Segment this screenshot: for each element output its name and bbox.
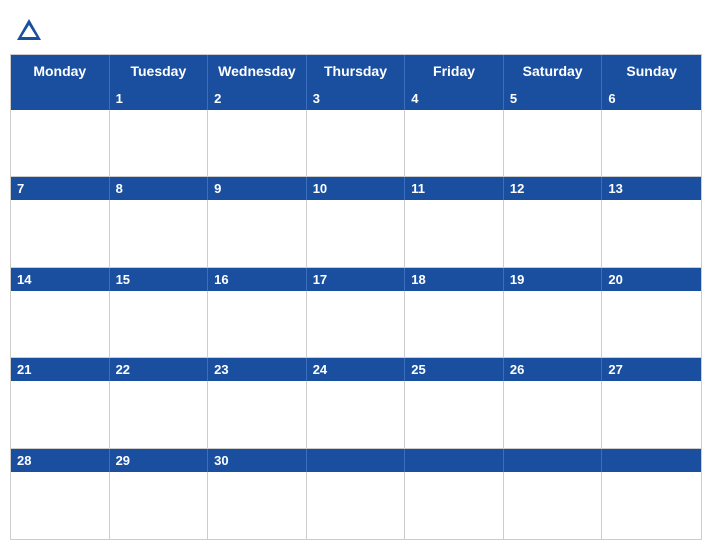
date-number-cell-3-1: 22 [110, 358, 209, 381]
content-cell-2-1 [110, 291, 209, 358]
content-cell-1-4 [405, 200, 504, 267]
date-number-cell-3-3: 24 [307, 358, 406, 381]
day-headers-row: MondayTuesdayWednesdayThursdayFridaySatu… [11, 55, 701, 87]
logo-icon [14, 16, 44, 46]
week-content-row-0 [11, 110, 701, 177]
date-number-cell-2-1: 15 [110, 268, 209, 291]
content-cell-0-3 [307, 110, 406, 177]
week-block-3: 21222324252627 [11, 358, 701, 448]
day-header-thursday: Thursday [307, 55, 406, 87]
content-cell-0-5 [504, 110, 603, 177]
content-cell-1-0 [11, 200, 110, 267]
calendar-header [10, 10, 702, 54]
date-number-cell-1-4: 11 [405, 177, 504, 200]
date-number-cell-4-0: 28 [11, 449, 110, 472]
date-number-cell-1-0: 7 [11, 177, 110, 200]
date-number-cell-4-3 [307, 449, 406, 472]
content-cell-4-3 [307, 472, 406, 539]
content-cell-4-6 [602, 472, 701, 539]
day-header-wednesday: Wednesday [208, 55, 307, 87]
date-number-cell-1-2: 9 [208, 177, 307, 200]
date-number-cell-4-1: 29 [110, 449, 209, 472]
content-cell-3-2 [208, 381, 307, 448]
day-header-sunday: Sunday [602, 55, 701, 87]
date-number-cell-2-3: 17 [307, 268, 406, 291]
date-number-cell-4-6 [602, 449, 701, 472]
date-number-cell-0-0 [11, 87, 110, 110]
content-cell-2-4 [405, 291, 504, 358]
week-block-4: 282930 [11, 449, 701, 539]
content-cell-2-6 [602, 291, 701, 358]
day-header-monday: Monday [11, 55, 110, 87]
date-number-cell-2-2: 16 [208, 268, 307, 291]
date-number-cell-3-5: 26 [504, 358, 603, 381]
content-cell-4-1 [110, 472, 209, 539]
week-date-row-3: 21222324252627 [11, 358, 701, 381]
date-number-cell-0-6: 6 [602, 87, 701, 110]
content-cell-3-0 [11, 381, 110, 448]
content-cell-1-2 [208, 200, 307, 267]
date-number-cell-0-5: 5 [504, 87, 603, 110]
week-date-row-0: 123456 [11, 87, 701, 110]
content-cell-0-0 [11, 110, 110, 177]
content-cell-3-4 [405, 381, 504, 448]
date-number-cell-1-1: 8 [110, 177, 209, 200]
content-cell-1-6 [602, 200, 701, 267]
week-date-row-4: 282930 [11, 449, 701, 472]
content-cell-4-4 [405, 472, 504, 539]
date-number-cell-0-3: 3 [307, 87, 406, 110]
content-cell-0-4 [405, 110, 504, 177]
content-cell-2-3 [307, 291, 406, 358]
content-cell-2-2 [208, 291, 307, 358]
week-block-2: 14151617181920 [11, 268, 701, 358]
week-block-1: 78910111213 [11, 177, 701, 267]
date-number-cell-2-6: 20 [602, 268, 701, 291]
logo [14, 16, 48, 46]
date-number-cell-1-5: 12 [504, 177, 603, 200]
day-header-tuesday: Tuesday [110, 55, 209, 87]
content-cell-0-6 [602, 110, 701, 177]
content-cell-3-5 [504, 381, 603, 448]
date-number-cell-0-1: 1 [110, 87, 209, 110]
date-number-cell-0-4: 4 [405, 87, 504, 110]
content-cell-3-3 [307, 381, 406, 448]
week-date-row-2: 14151617181920 [11, 268, 701, 291]
date-number-cell-4-5 [504, 449, 603, 472]
week-content-row-3 [11, 381, 701, 448]
date-number-cell-0-2: 2 [208, 87, 307, 110]
date-number-cell-3-6: 27 [602, 358, 701, 381]
date-number-cell-2-5: 19 [504, 268, 603, 291]
content-cell-2-5 [504, 291, 603, 358]
content-cell-4-0 [11, 472, 110, 539]
week-block-0: 123456 [11, 87, 701, 177]
date-number-cell-1-6: 13 [602, 177, 701, 200]
content-cell-4-5 [504, 472, 603, 539]
content-cell-3-6 [602, 381, 701, 448]
day-header-saturday: Saturday [504, 55, 603, 87]
content-cell-1-5 [504, 200, 603, 267]
date-number-cell-3-2: 23 [208, 358, 307, 381]
content-cell-1-1 [110, 200, 209, 267]
week-content-row-1 [11, 200, 701, 267]
date-number-cell-3-4: 25 [405, 358, 504, 381]
date-number-cell-3-0: 21 [11, 358, 110, 381]
calendar-body: 1234567891011121314151617181920212223242… [11, 87, 701, 539]
date-number-cell-2-4: 18 [405, 268, 504, 291]
date-number-cell-1-3: 10 [307, 177, 406, 200]
date-number-cell-4-4 [405, 449, 504, 472]
content-cell-4-2 [208, 472, 307, 539]
content-cell-3-1 [110, 381, 209, 448]
date-number-cell-4-2: 30 [208, 449, 307, 472]
content-cell-0-2 [208, 110, 307, 177]
day-header-friday: Friday [405, 55, 504, 87]
date-number-cell-2-0: 14 [11, 268, 110, 291]
calendar-grid: MondayTuesdayWednesdayThursdayFridaySatu… [10, 54, 702, 540]
content-cell-2-0 [11, 291, 110, 358]
content-cell-0-1 [110, 110, 209, 177]
week-content-row-4 [11, 472, 701, 539]
content-cell-1-3 [307, 200, 406, 267]
week-date-row-1: 78910111213 [11, 177, 701, 200]
week-content-row-2 [11, 291, 701, 358]
